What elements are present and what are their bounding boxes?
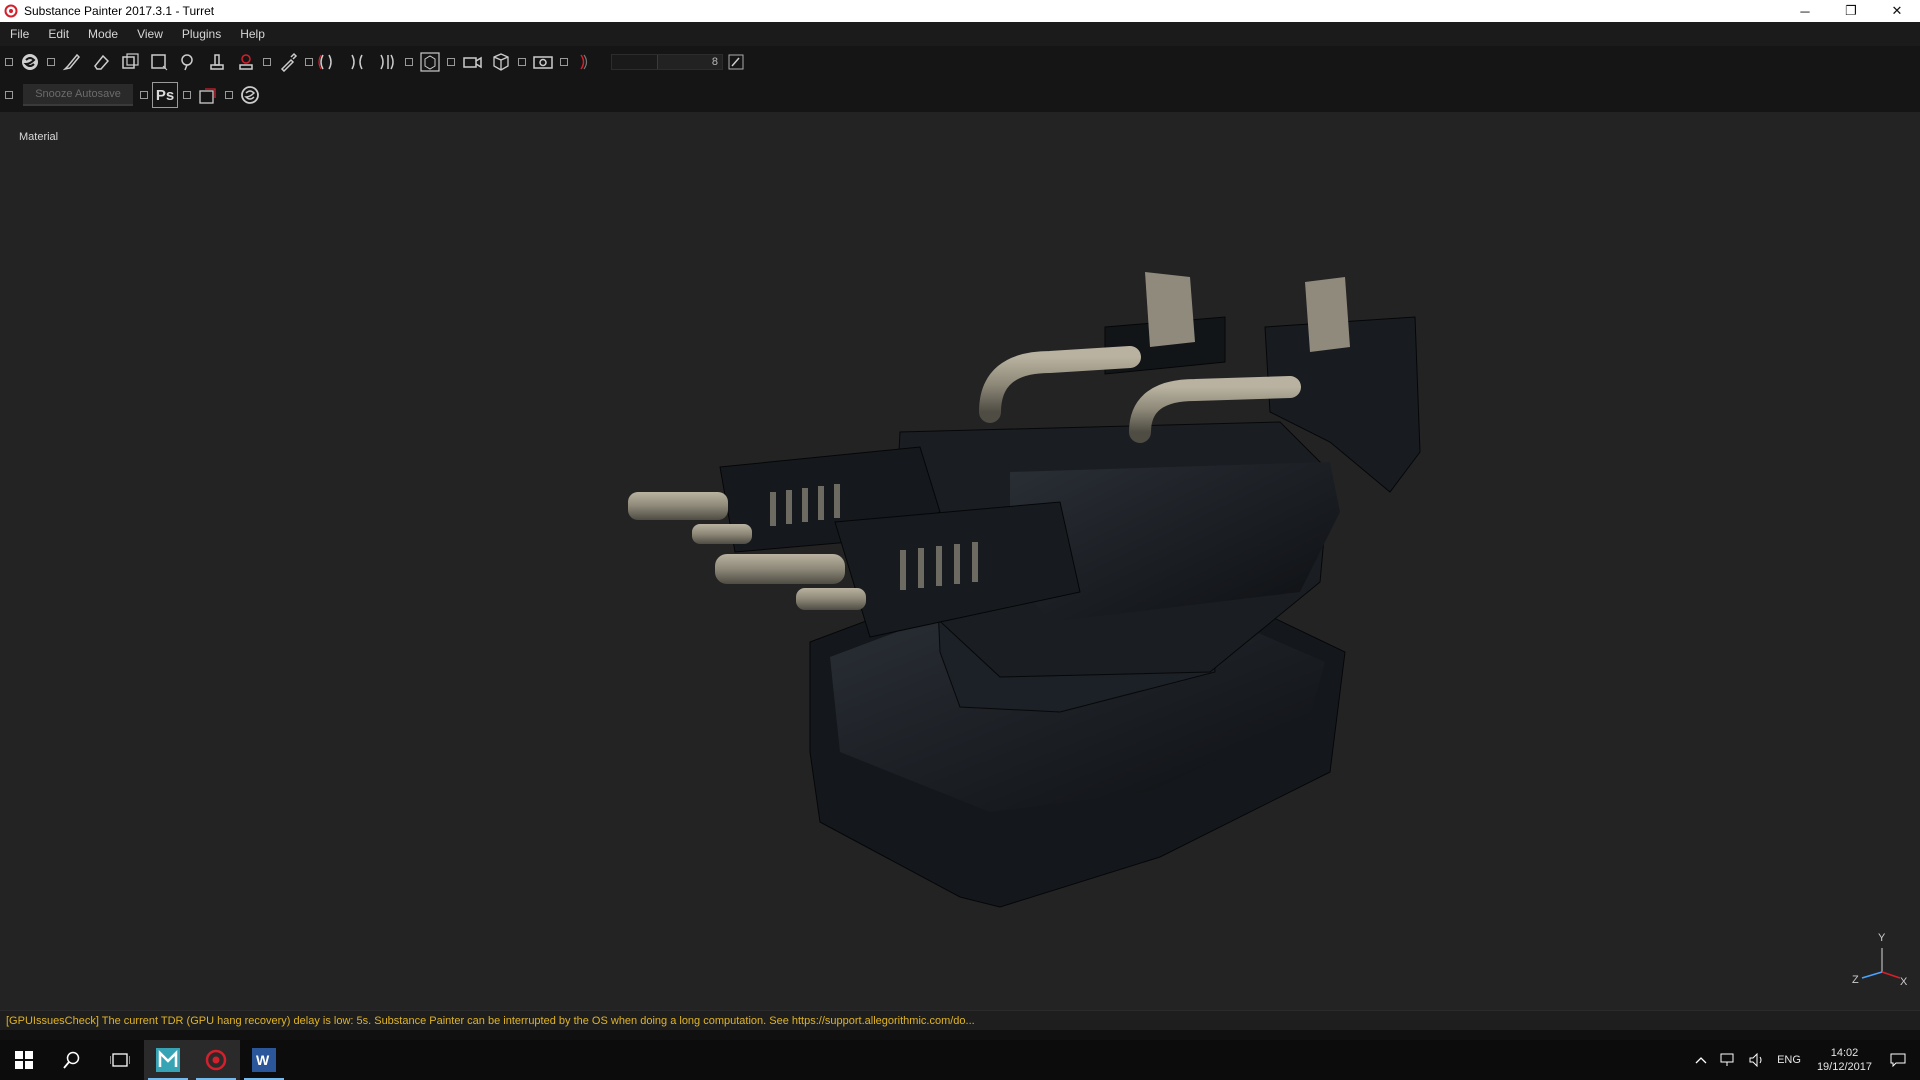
notifications-icon[interactable] [1890,1053,1906,1067]
undock-icon[interactable] [262,49,272,75]
3d-viewport[interactable]: Material Y X Z [0,112,1920,1010]
search-icon[interactable] [48,1040,96,1080]
plugins-toolbar: Snooze Autosave Ps [0,78,1920,112]
menu-view[interactable]: View [137,27,163,41]
task-view-icon[interactable] [96,1040,144,1080]
system-tray: ENG 14:02 19/12/2017 [1689,1040,1920,1080]
status-message: [GPUIssuesCheck] The current TDR (GPU ha… [6,1014,975,1027]
restore-button[interactable]: ❐ [1828,0,1874,22]
axis-x-label: X [1900,976,1908,988]
clock[interactable]: 14:02 19/12/2017 [1817,1046,1872,1074]
projection-icon[interactable] [117,49,143,75]
symmetry-icon[interactable] [317,49,343,75]
smudge-icon[interactable] [175,49,201,75]
menu-mode[interactable]: Mode [88,27,118,41]
title-bar: Substance Painter 2017.3.1 - Turret ─ ❐ … [0,0,1920,22]
menu-edit[interactable]: Edit [48,27,69,41]
volume-icon[interactable] [1749,1053,1765,1067]
windows-taskbar: W ENG 14:02 19/12/2017 [0,1040,1920,1080]
undock-icon[interactable] [559,49,569,75]
undock-icon[interactable] [182,82,192,108]
close-button[interactable]: ✕ [1874,0,1920,22]
undock-icon[interactable] [46,49,56,75]
undock-icon[interactable] [4,82,14,108]
photoshop-export-button[interactable]: Ps [152,82,178,108]
minimize-button[interactable]: ─ [1782,0,1828,22]
axis-z-label: Z [1852,974,1859,986]
slider-fill [612,55,659,69]
window-title: Substance Painter 2017.3.1 - Turret [24,4,215,18]
network-icon[interactable] [1719,1053,1737,1067]
symmetry-radial-icon[interactable] [375,49,401,75]
3d-view-icon[interactable] [488,49,514,75]
windows-start-icon[interactable] [0,1040,48,1080]
clock-time: 14:02 [1830,1047,1859,1059]
undock-icon[interactable] [224,82,234,108]
menu-plugins[interactable]: Plugins [182,27,221,41]
axis-y-label: Y [1878,932,1886,944]
menu-bar: File Edit Mode View Plugins Help [0,22,1920,46]
clone-stamp-icon[interactable] [204,49,230,75]
undock-icon[interactable] [517,49,527,75]
clock-date: 19/12/2017 [1816,1061,1872,1073]
view-cube-icon[interactable] [417,49,443,75]
resources-updater-icon[interactable] [195,82,221,108]
snooze-autosave-button[interactable]: Snooze Autosave [23,84,133,106]
substance-painter-app-icon [4,4,18,18]
polygon-fill-icon[interactable] [146,49,172,75]
undock-icon[interactable] [304,49,314,75]
pipette-icon[interactable] [275,49,301,75]
maya-icon[interactable] [144,1040,192,1080]
undock-icon[interactable] [446,49,456,75]
substance-share-icon[interactable] [237,82,263,108]
tools-toolbar: 8 [0,46,1920,78]
eraser-icon[interactable] [88,49,114,75]
render-icon[interactable] [530,49,556,75]
substance-logo-icon[interactable] [17,49,43,75]
status-bar: [GPUIssuesCheck] The current TDR (GPU ha… [0,1010,1920,1030]
menu-help[interactable]: Help [240,27,265,41]
svg-text:W: W [256,1052,270,1068]
menu-file[interactable]: File [10,27,29,41]
undock-icon[interactable] [4,49,14,75]
paint-brush-icon[interactable] [59,49,85,75]
axis-gizmo: Y X Z [1848,932,1908,996]
substance-painter-icon[interactable] [192,1040,240,1080]
material-picker-icon[interactable] [233,49,259,75]
brush-size-slider[interactable]: 8 [611,54,723,70]
status-gap [0,1030,1920,1040]
undock-icon[interactable] [404,49,414,75]
brush-size-value: 8 [711,56,718,68]
camera-view-icon[interactable] [459,49,485,75]
symmetry-toggle-icon[interactable] [572,49,598,75]
word-icon[interactable]: W [240,1040,288,1080]
symmetry-x-icon[interactable] [346,49,372,75]
input-language[interactable]: ENG [1777,1054,1801,1066]
undock-icon[interactable] [139,82,149,108]
chevron-up-icon[interactable] [1695,1056,1707,1064]
turret-model [628,272,1421,908]
edit-pencil-icon[interactable] [723,49,749,75]
